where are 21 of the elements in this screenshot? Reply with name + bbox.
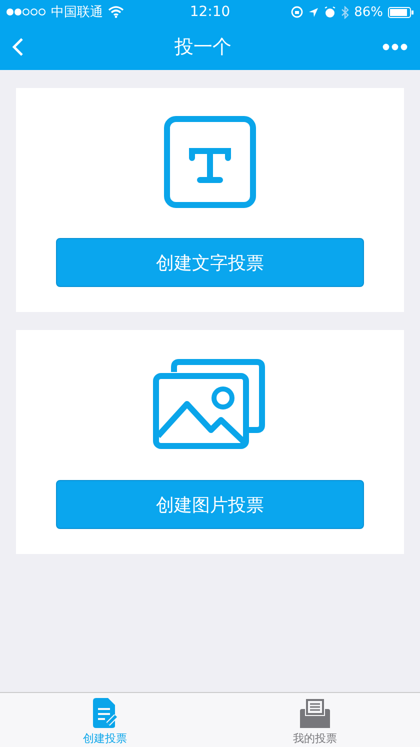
page-title: 投一个	[174, 35, 232, 60]
location-icon	[308, 6, 320, 18]
tab[interactable]: 创建投票	[0, 693, 210, 747]
images-icon	[153, 358, 267, 450]
tab[interactable]: 我的投票	[210, 693, 420, 747]
more-icon	[382, 43, 408, 51]
alarm-icon	[324, 6, 336, 18]
create-vote-button[interactable]: 创建图片投票	[56, 480, 364, 529]
text-icon	[164, 116, 256, 208]
document-pen-icon	[91, 697, 119, 729]
rotation-lock-icon	[291, 6, 304, 18]
battery-percent: 86%	[354, 4, 383, 20]
status-time: 12:10	[190, 4, 230, 20]
bluetooth-icon	[341, 6, 350, 18]
wifi-icon	[108, 6, 124, 18]
battery-icon	[388, 6, 414, 18]
carrier-name: 中国联通	[51, 4, 103, 21]
signal-icon	[6, 8, 46, 16]
chevron-left-icon	[12, 37, 24, 57]
create-vote-button[interactable]: 创建文字投票	[56, 238, 364, 287]
inbox-tray-icon	[299, 699, 331, 729]
